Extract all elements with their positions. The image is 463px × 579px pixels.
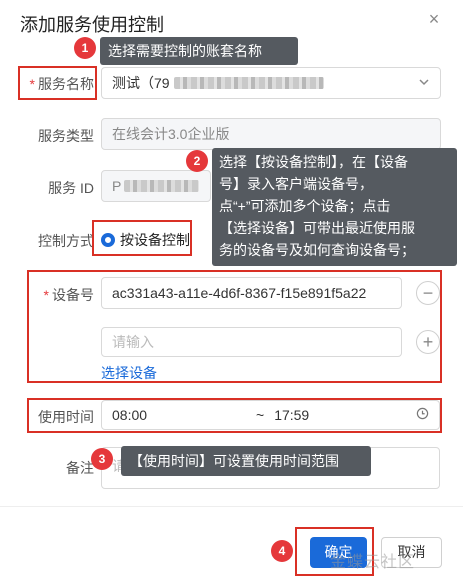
select-device-link[interactable]: 选择设备 — [101, 363, 157, 383]
service-id-field: P — [101, 170, 211, 202]
clock-icon — [416, 407, 429, 423]
annotation-badge-2: 2 — [186, 150, 208, 172]
annotation-badge-1: 1 — [74, 37, 96, 59]
device-no-input-2[interactable]: 请输入 — [101, 327, 402, 357]
service-type-value: 在线会计3.0企业版 — [112, 126, 230, 142]
chevron-down-icon — [418, 75, 430, 91]
use-time-range-picker[interactable]: 08:00 ~ 17:59 — [101, 400, 440, 430]
annotation-callout-2: 选择【按设备控制】，在【设备 号】录入客户端设备号， 点“+”可添加多个设备；点… — [212, 148, 457, 266]
control-mode-label: 控制方式 — [38, 233, 94, 249]
dialog-title: 添加服务使用控制 — [20, 15, 164, 35]
footer-divider — [0, 506, 463, 507]
service-id-label: 服务 ID — [48, 180, 94, 196]
remark-label: 备注 — [66, 460, 94, 476]
callout-line: 号】录入客户端设备号， — [219, 176, 373, 192]
radio-checked-icon — [101, 233, 115, 247]
service-type-field: 在线会计3.0企业版 — [101, 118, 441, 150]
service-name-value: 测试（79 — [112, 75, 170, 91]
control-mode-option-label: 按设备控制 — [120, 232, 190, 248]
callout-line: 选择【按设备控制】，在【设备 — [219, 154, 408, 170]
service-name-select[interactable]: 测试（79 — [101, 67, 441, 99]
remove-device-icon[interactable]: − — [416, 281, 440, 305]
add-device-icon[interactable]: + — [416, 330, 440, 354]
service-id-value: P — [112, 178, 122, 194]
annotation-badge-3: 3 — [91, 448, 113, 470]
redacted-text — [173, 77, 324, 89]
callout-line: 点“+”可添加多个设备；点击 — [219, 198, 391, 214]
service-type-label: 服务类型 — [38, 128, 94, 144]
watermark-text: 金蝶云社区 — [330, 554, 416, 571]
use-time-label: 使用时间 — [38, 409, 94, 425]
use-time-separator: ~ — [256, 407, 265, 423]
callout-line: 务的设备号及如何查询设备号； — [219, 242, 415, 258]
annotation-callout-1: 选择需要控制的账套名称 — [100, 37, 298, 65]
close-icon[interactable]: × — [425, 10, 443, 28]
annotation-badge-4: 4 — [271, 540, 293, 562]
control-mode-radio[interactable]: 按设备控制 — [101, 230, 190, 250]
device-no-placeholder: 请输入 — [112, 334, 154, 350]
device-no-label: * 设备号 — [43, 287, 94, 303]
callout-line: 【选择设备】可带出最近使用服 — [219, 220, 415, 236]
redacted-text — [124, 180, 200, 192]
annotation-callout-3: 【使用时间】可设置使用时间范围 — [121, 446, 371, 476]
device-no-value: ac331a43-a11e-4d6f-8367-f15e891f5a22 — [112, 285, 367, 301]
device-no-input[interactable]: ac331a43-a11e-4d6f-8367-f15e891f5a22 — [101, 277, 402, 309]
use-time-end: 17:59 — [274, 407, 310, 423]
use-time-start: 08:00 — [112, 407, 148, 423]
service-name-label: * 服务名称 — [29, 76, 94, 92]
